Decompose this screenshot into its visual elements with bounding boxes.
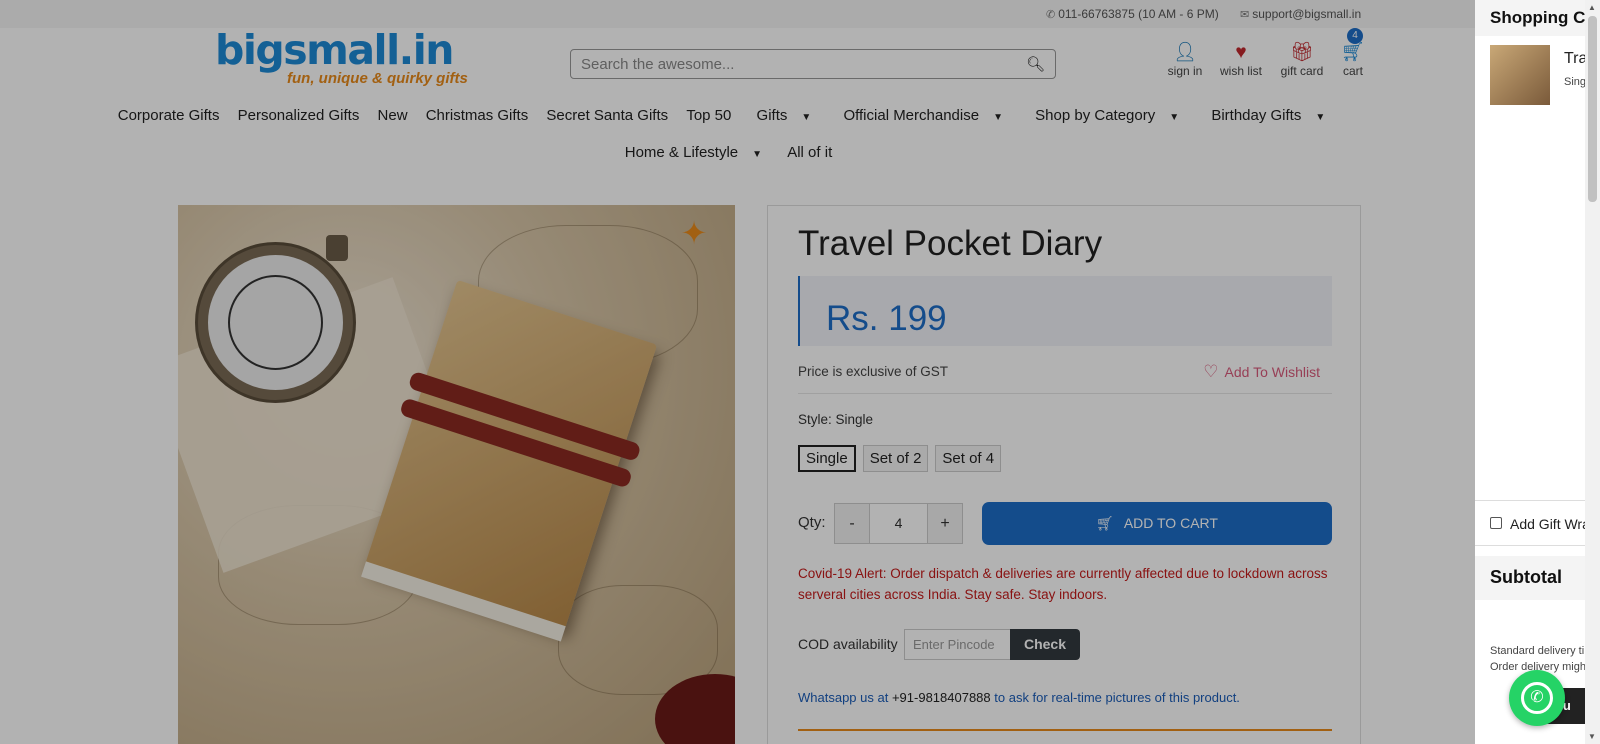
cart-item-thumbnail[interactable] <box>1490 45 1550 105</box>
cart-item-name[interactable]: Tra <box>1564 50 1585 68</box>
cart-item-style: Sing <box>1564 76 1585 88</box>
shopping-cart-drawer: Shopping Ca Tra Sing Add Gift Wra Subtot… <box>1475 0 1585 744</box>
delivery-line: Standard delivery ti <box>1490 645 1585 657</box>
subtotal-header: Subtotal <box>1475 556 1585 600</box>
gift-wrap-option: Add Gift Wra <box>1475 500 1585 546</box>
page-scrollbar[interactable]: ▲ ▼ <box>1585 0 1600 744</box>
drawer-title: Shopping Ca <box>1490 8 1585 27</box>
gift-wrap-label: Add Gift Wra <box>1510 516 1585 532</box>
scroll-down-icon[interactable]: ▼ <box>1588 732 1596 741</box>
whatsapp-icon: ✆ <box>1521 682 1553 714</box>
subtotal-label: Subtotal <box>1490 567 1562 587</box>
whatsapp-chat-button[interactable]: ✆ <box>1509 670 1565 726</box>
gift-wrap-checkbox[interactable] <box>1490 517 1502 529</box>
scrollbar-thumb[interactable] <box>1588 16 1597 202</box>
scroll-up-icon[interactable]: ▲ <box>1588 3 1596 12</box>
modal-backdrop[interactable] <box>0 0 1475 744</box>
